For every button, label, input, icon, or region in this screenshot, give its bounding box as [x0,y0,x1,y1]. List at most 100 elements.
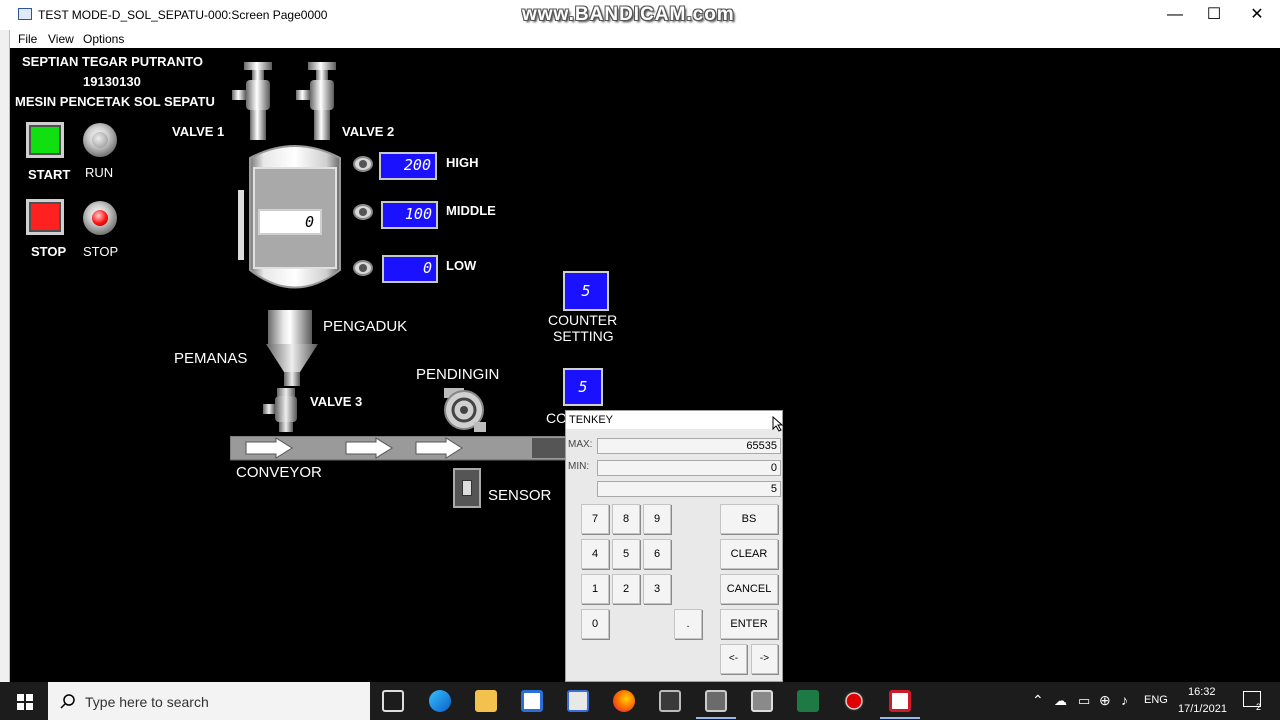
key-6[interactable]: 6 [643,539,671,569]
start-button[interactable] [26,122,64,158]
heater-funnel-icon [266,344,318,386]
close-button[interactable]: ✕ [1234,0,1280,30]
middle-level-value[interactable]: 100 [381,201,438,229]
active-app-underline-2 [880,717,920,719]
clock-date[interactable]: 17/1/2021 [1178,703,1227,715]
conveyor-belt [230,436,570,461]
counter-setting-label-2: SETTING [553,328,614,344]
counter-setting-label-1: COUNTER [548,312,618,328]
valve-1-label: VALVE 1 [172,124,225,139]
valve-2-icon [296,62,336,140]
excel-icon[interactable] [797,690,819,712]
high-level-label: HIGH [446,155,479,170]
simulator-icon[interactable] [751,690,773,712]
window-title: TEST MODE-D_SOL_SEPATU-000:Screen Page00… [38,8,328,22]
enter-button[interactable]: ENTER [720,609,778,639]
stop-lamp-label: STOP [83,244,119,259]
key-8[interactable]: 8 [612,504,640,534]
mail-icon[interactable] [567,690,589,712]
bandicam-icon[interactable] [843,690,865,712]
low-level-label: LOW [446,258,477,273]
key-5[interactable]: 5 [612,539,640,569]
key-9[interactable]: 9 [643,504,671,534]
windows-start-icon[interactable] [17,694,33,710]
language-indicator[interactable]: ENG [1144,694,1168,706]
network-icon[interactable]: ⊕ [1099,692,1111,709]
task-view-icon[interactable] [382,690,404,712]
counter-value[interactable]: 5 [563,368,603,406]
counter-label: CO [546,410,567,426]
firefox-icon[interactable] [613,690,635,712]
counter-setting-value[interactable]: 5 [563,271,609,311]
file-explorer-icon[interactable] [475,690,497,712]
mouse-cursor-icon [772,416,784,432]
store-icon[interactable] [521,690,543,712]
middle-level-label: MIDDLE [446,203,496,218]
clock-time[interactable]: 16:32 [1188,686,1216,698]
valve-1-icon [232,62,272,140]
machine-title: MESIN PENCETAK SOL SEPATU [15,94,215,109]
cancel-button[interactable]: CANCEL [720,574,778,604]
taskbar-search-box[interactable]: Type here to search [48,682,370,720]
operator-id: 19130130 [83,74,141,89]
tenkey-input-field[interactable]: 5 [597,481,781,497]
low-level-indicator [353,260,373,276]
run-label: RUN [85,165,114,180]
key-1[interactable]: 1 [581,574,609,604]
valve-1-2-graphic [232,62,336,140]
run-lamp [83,123,117,157]
sensor-label: SENSOR [488,487,552,504]
test-mode-app-icon[interactable] [889,690,911,712]
window-titlebar: TEST MODE-D_SOL_SEPATU-000:Screen Page00… [0,0,1280,30]
mixer-icon [268,310,312,344]
tenkey-max-label: MAX: [568,439,593,450]
windows-taskbar: Type here to search ⌃ ☁ ▭ ⊕ ♪ ENG 16:32 … [0,682,1280,720]
cursor-right-button[interactable]: -> [751,644,778,674]
tray-overflow-icon[interactable]: ⌃ [1032,692,1044,709]
clear-button[interactable]: CLEAR [720,539,778,569]
backspace-button[interactable]: BS [720,504,778,534]
tank-value-display[interactable]: 0 [258,209,322,235]
stop-lamp [83,201,117,235]
search-placeholder: Type here to search [85,694,209,710]
valve-3-label: VALVE 3 [310,394,363,409]
key-0[interactable]: 0 [581,609,609,639]
stop-button[interactable] [26,199,64,235]
cooler-fan-icon [444,388,486,432]
start-label: START [28,167,71,182]
middle-level-indicator [353,204,373,220]
sensor-icon [453,468,481,508]
cx-programmer-icon[interactable] [705,690,727,712]
cursor-left-button[interactable]: <- [720,644,747,674]
key-7[interactable]: 7 [581,504,609,534]
menu-view[interactable]: View [48,32,74,46]
tenkey-max-field: 65535 [597,438,781,454]
tenkey-title: TENKEY [566,411,782,429]
key-dot[interactable]: . [674,609,702,639]
high-level-value[interactable]: 200 [379,152,437,180]
menu-options[interactable]: Options [83,32,124,46]
tenkey-min-label: MIN: [568,461,590,472]
key-2[interactable]: 2 [612,574,640,604]
valve-2-label: VALVE 2 [342,124,395,139]
cooler-label: PENDINGIN [416,366,500,383]
key-4[interactable]: 4 [581,539,609,569]
edge-browser-icon[interactable] [429,690,451,712]
operator-name: SEPTIAN TEGAR PUTRANTO [22,54,204,69]
conveyor-label: CONVEYOR [236,464,322,481]
search-icon [60,694,75,709]
cx-designer-icon[interactable] [659,690,681,712]
mixer-label: PENGADUK [323,318,408,335]
menu-bar: File View Options [10,30,1280,48]
volume-icon[interactable]: ♪ [1121,692,1128,708]
maximize-button[interactable]: ☐ [1191,0,1237,30]
menu-file[interactable]: File [18,32,37,46]
cloud-icon[interactable]: ☁ [1054,693,1067,709]
high-level-indicator [353,156,373,172]
heater-label: PEMANAS [174,350,248,367]
storage-icon[interactable]: ▭ [1078,693,1090,709]
recording-watermark: www.BANDICAM.com [522,4,735,25]
key-3[interactable]: 3 [643,574,671,604]
low-level-value[interactable]: 0 [382,255,438,283]
app-icon [18,8,32,20]
